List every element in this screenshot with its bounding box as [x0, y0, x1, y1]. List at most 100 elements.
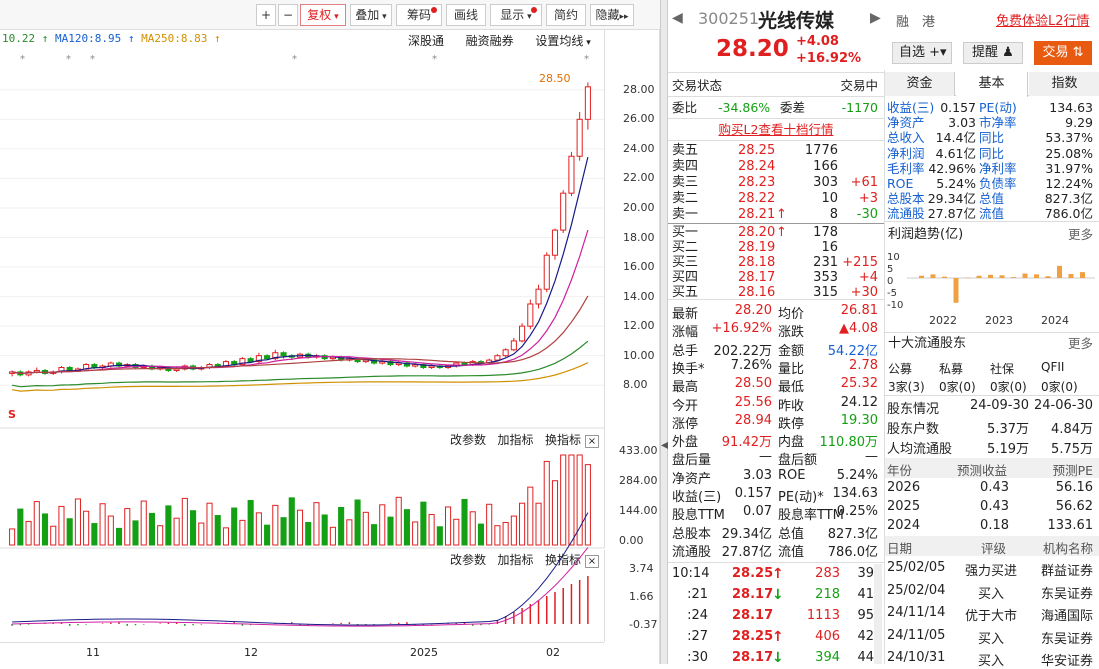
rong-badge[interactable]: 融: [896, 11, 909, 30]
xianshi-label: 显示: [500, 8, 524, 22]
candle[interactable]: [462, 363, 467, 364]
profit-bar[interactable]: [988, 275, 993, 278]
candle[interactable]: [552, 230, 557, 255]
profit-bar[interactable]: [1034, 274, 1039, 278]
ob-arrow-icon: ↑: [776, 207, 787, 222]
yincang-button[interactable]: 隐藏▸▸: [590, 4, 634, 26]
profit-bar[interactable]: [1023, 274, 1028, 279]
candle[interactable]: [528, 304, 533, 326]
tick-scrollbar[interactable]: [874, 564, 882, 664]
candle[interactable]: [520, 326, 525, 341]
vol-add-link[interactable]: 加指标: [497, 433, 533, 447]
chouma-button[interactable]: 筹码: [396, 4, 442, 26]
candlestick-chart[interactable]: * * * * * *: [0, 30, 660, 664]
xianshi-dropdown[interactable]: 显示 ▾: [490, 4, 542, 26]
huaxian-button[interactable]: 画线: [446, 4, 486, 26]
macd-params-link[interactable]: 改参数: [450, 553, 486, 567]
volume-bar: [232, 508, 237, 545]
candle[interactable]: [281, 353, 286, 356]
candle[interactable]: [429, 366, 434, 367]
event-star-icon[interactable]: *: [292, 54, 297, 65]
event-star-icon[interactable]: *: [584, 54, 589, 65]
volume-bar: [446, 507, 451, 545]
tick-arrow-icon: ↓: [772, 587, 784, 603]
ob-label: 卖三: [672, 175, 698, 190]
next-stock-icon[interactable]: ▶: [870, 10, 881, 26]
ob-change: +215: [842, 255, 878, 270]
profit-x-tick: 2023: [985, 314, 1013, 327]
candle[interactable]: [174, 369, 179, 370]
candle[interactable]: [577, 119, 582, 156]
candle[interactable]: [248, 359, 253, 362]
macd-add-link[interactable]: 加指标: [497, 553, 533, 567]
profit-more-link[interactable]: 更多: [1068, 226, 1093, 243]
fuquan-dropdown[interactable]: 复权 ▾: [300, 4, 346, 26]
macd-change-link[interactable]: 换指标: [545, 553, 581, 567]
tixing-button[interactable]: 提醒 ♟: [963, 42, 1023, 64]
trade-button[interactable]: 交易 ⇅: [1034, 41, 1092, 65]
rating-org[interactable]: 东吴证券: [1041, 583, 1093, 602]
volume-bar: [158, 526, 163, 545]
prev-stock-icon[interactable]: ◀: [672, 10, 683, 26]
stat-label: 收益(三): [672, 486, 721, 505]
profit-bar[interactable]: [1080, 272, 1085, 278]
profit-y-tick: -5: [887, 288, 897, 299]
profit-bar[interactable]: [1011, 277, 1016, 278]
stat-label: 涨跌: [778, 321, 804, 340]
profit-bar[interactable]: [1000, 275, 1005, 278]
candle[interactable]: [67, 368, 72, 371]
tab-jiben[interactable]: 基本: [956, 72, 1028, 97]
tab-zhishu[interactable]: 指数: [1029, 72, 1099, 96]
event-star-icon[interactable]: *: [432, 54, 437, 65]
profit-bar[interactable]: [1057, 266, 1062, 278]
free-l2-link[interactable]: 免费体验L2行情: [996, 10, 1090, 29]
volume-bar: [116, 528, 121, 545]
event-star-icon[interactable]: *: [20, 54, 25, 65]
tick-volume: 1113: [807, 608, 840, 623]
candle[interactable]: [92, 365, 97, 368]
panel-collapse-handle[interactable]: ◀: [660, 0, 668, 664]
rating-org[interactable]: 群益证券: [1041, 560, 1093, 579]
zoom-out-button[interactable]: −: [278, 4, 298, 26]
profit-bar[interactable]: [1046, 276, 1051, 278]
buy-l2-link[interactable]: 购买L2查看十档行情: [668, 121, 884, 138]
diejia-dropdown[interactable]: 叠加 ▾: [350, 4, 392, 26]
profit-bar[interactable]: [931, 274, 936, 278]
candle[interactable]: [561, 193, 566, 230]
candle[interactable]: [503, 350, 508, 356]
rating-date: 24/11/05: [887, 628, 945, 643]
volume-bar: [322, 515, 327, 545]
candle[interactable]: [585, 87, 590, 120]
rating-org[interactable]: 华安证券: [1041, 650, 1093, 669]
candle[interactable]: [544, 255, 549, 289]
tab-zijin[interactable]: 资金: [885, 72, 955, 96]
profit-bar[interactable]: [1069, 274, 1074, 278]
candle[interactable]: [511, 341, 516, 350]
gang-badge[interactable]: 港: [922, 11, 935, 30]
rating-org[interactable]: 东吴证券: [1041, 628, 1093, 647]
zoom-in-button[interactable]: +: [256, 4, 276, 26]
forecast-head: 预测收益: [957, 460, 1007, 479]
rating-org[interactable]: 海通国际: [1041, 605, 1093, 624]
holders-more-link[interactable]: 更多: [1068, 335, 1093, 352]
zixuan-button[interactable]: 自选 +▾: [892, 42, 952, 64]
candle[interactable]: [536, 289, 541, 304]
close-icon[interactable]: ×: [585, 555, 599, 568]
profit-bar[interactable]: [942, 277, 947, 278]
event-star-icon[interactable]: *: [90, 54, 95, 65]
ob-price: 28.20: [738, 225, 775, 240]
vol-change-link[interactable]: 换指标: [545, 433, 581, 447]
volume-bar: [281, 518, 286, 545]
jianyue-button[interactable]: 简约: [546, 4, 586, 26]
event-star-icon[interactable]: *: [66, 54, 71, 65]
macd-tick: -0.37: [629, 618, 657, 631]
profit-y-tick: 5: [887, 264, 893, 275]
candle[interactable]: [495, 356, 500, 360]
profit-bar[interactable]: [977, 276, 982, 278]
close-icon[interactable]: ×: [585, 435, 599, 448]
candle[interactable]: [265, 356, 270, 359]
profit-bar[interactable]: [954, 278, 959, 303]
candle[interactable]: [569, 156, 574, 193]
vol-params-link[interactable]: 改参数: [450, 433, 486, 447]
profit-bar[interactable]: [919, 276, 924, 278]
